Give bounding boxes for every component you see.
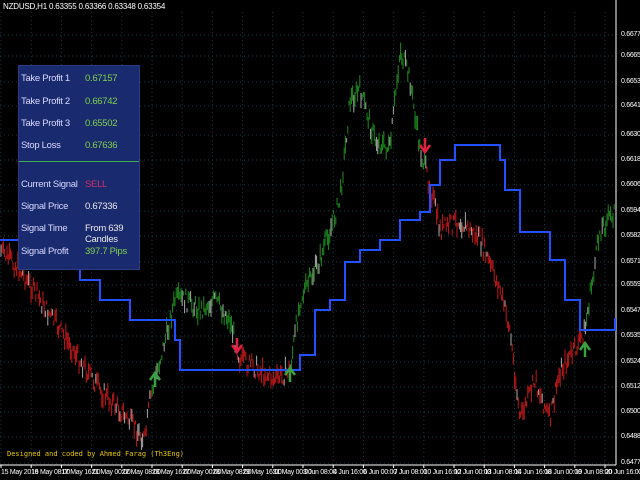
- credit-text: Designed and coded by Ahmed Farag (Th3En…: [7, 450, 185, 458]
- sell-arrow-icon: [418, 138, 432, 155]
- price-tick-label: 0.65945: [621, 207, 640, 214]
- time-tick-label: 7 Jun 08:00: [393, 469, 428, 476]
- price-tick-label: 0.65355: [621, 332, 640, 339]
- price-tick-label: 0.66300: [621, 131, 640, 138]
- price-tick-label: 0.66415: [621, 102, 640, 109]
- price-tick-label: 0.66770: [621, 31, 640, 38]
- time-tick-label: 4 Jun 16:00: [333, 469, 367, 476]
- price-tick-label: 0.65710: [621, 258, 640, 265]
- price-tick-label: 0.65475: [621, 307, 640, 314]
- panel-label: Current Signal: [21, 179, 78, 190]
- panel-label: Stop Loss: [21, 140, 61, 151]
- chart-title: NZDUSD,H1 0.63355 0.63366 0.63348 0.6335…: [3, 2, 166, 11]
- panel-value: 0.67336: [85, 201, 118, 212]
- panel-label: Take Profit 2: [21, 96, 70, 107]
- price-tick-label: 0.65005: [621, 408, 640, 415]
- buy-arrow-icon: [578, 340, 592, 357]
- panel-divider: [19, 161, 139, 162]
- panel-value: 0.65502: [85, 118, 118, 129]
- price-tick-label: 0.66065: [621, 181, 640, 188]
- panel-value: SELL: [85, 179, 108, 190]
- price-tick-label: 0.66180: [621, 156, 640, 163]
- price-tick-label: 0.66535: [621, 78, 640, 85]
- price-tick-label: 0.65590: [621, 281, 640, 288]
- panel-label: Take Profit 1: [21, 73, 70, 84]
- price-tick-label: 0.65825: [621, 232, 640, 239]
- panel-value: 0.67636: [85, 140, 118, 151]
- panel-value: 0.67157: [85, 73, 118, 84]
- panel-value: From 639 Candles: [85, 223, 124, 245]
- signal-panel: Take Profit 1 0.67157 Take Profit 2 0.66742…: [18, 65, 140, 270]
- price-tick-label: 0.65120: [621, 383, 640, 390]
- price-tick-label: 0.64770: [621, 459, 640, 466]
- price-tick-label: 0.65240: [621, 358, 640, 365]
- price-tick-label: 0.64885: [621, 433, 640, 440]
- panel-value: 397.7 Pips: [85, 246, 127, 257]
- panel-label: Signal Profit: [21, 246, 69, 257]
- price-tick-label: 0.66650: [621, 52, 640, 59]
- panel-label: Take Profit 3: [21, 118, 70, 129]
- panel-label: Signal Price: [21, 201, 69, 212]
- panel-label: Signal Time: [21, 223, 68, 234]
- sell-arrow-icon: [230, 338, 244, 355]
- time-tick-label: 6 Jun 00:00: [363, 469, 397, 476]
- panel-value: 0.66742: [85, 96, 118, 107]
- time-tick-label: 20 Jun 16:00: [605, 469, 640, 476]
- time-tick-label: 3 Jun 08:00: [303, 469, 337, 476]
